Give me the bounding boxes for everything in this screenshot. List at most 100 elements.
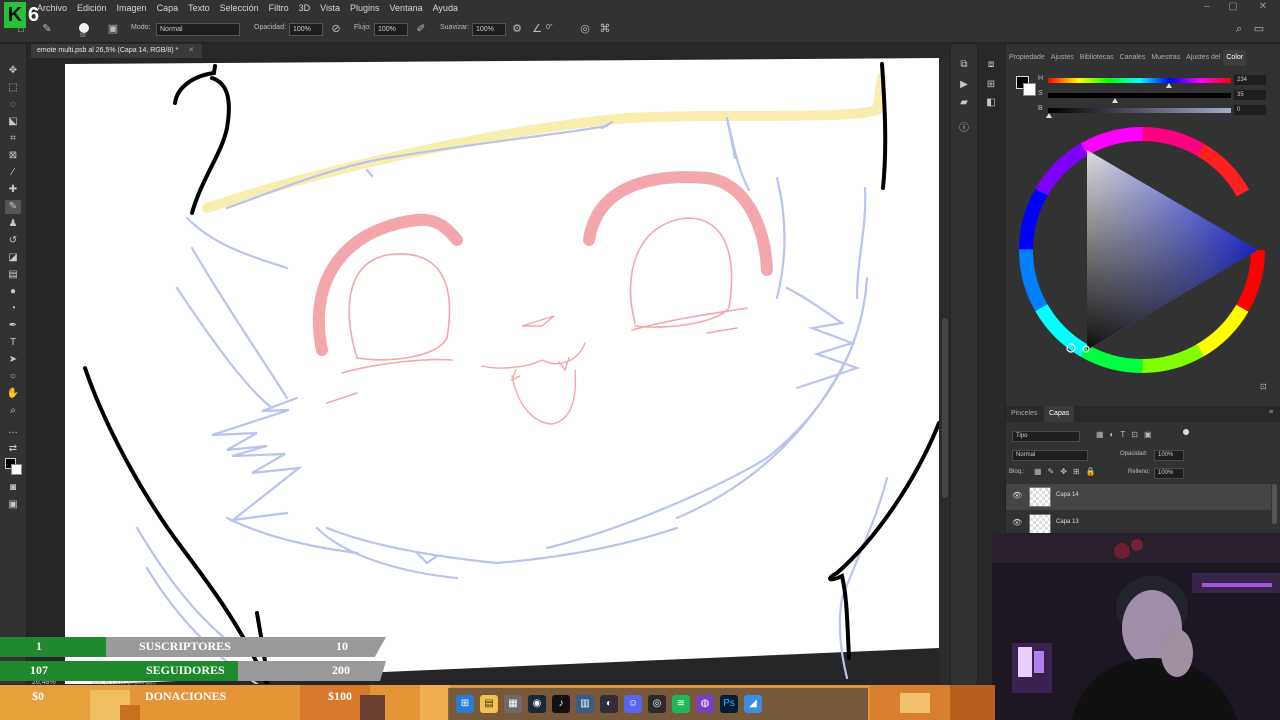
lock-icons[interactable]: ▦✎✥⊞🔒 <box>1034 467 1102 476</box>
dodge-tool-icon[interactable]: ◔ <box>5 302 21 316</box>
gradient-tool-icon[interactable]: ▤ <box>5 268 21 282</box>
move-tool-icon[interactable]: ✥ <box>5 64 21 78</box>
brush-preset-picker[interactable]: 50 <box>76 22 92 39</box>
menu-edicion[interactable]: Edición <box>72 0 112 16</box>
maximize-icon[interactable]: ▢ <box>1226 0 1240 16</box>
spotify-icon[interactable]: ≋ <box>672 695 690 713</box>
search-icon[interactable]: ⌕ <box>1232 22 1246 36</box>
scrollbar-thumb[interactable] <box>942 318 948 498</box>
visibility-eye-icon[interactable]: 👁 <box>1012 491 1022 501</box>
eyedropper-tool-icon[interactable]: ⁄ <box>5 166 21 180</box>
marquee-tool-icon[interactable]: ⬚ <box>5 81 21 95</box>
frame-tool-icon[interactable]: ⊠ <box>5 149 21 163</box>
layer-name[interactable]: Capa 14 <box>1056 492 1079 498</box>
paragraph-panel-icon[interactable]: ◧ <box>984 96 998 110</box>
brush-settings-panel-icon[interactable]: ⧈ <box>984 58 998 72</box>
blend-mode-select[interactable]: Normal <box>1012 450 1088 461</box>
tab-canales[interactable]: Canales <box>1117 50 1149 66</box>
saturation-value[interactable]: 35 <box>1234 90 1266 100</box>
tab-propiedades[interactable]: Propiedade <box>1006 50 1048 66</box>
menu-filtro[interactable]: Filtro <box>264 0 294 16</box>
hue-slider[interactable] <box>1048 78 1231 83</box>
history-brush-icon[interactable]: ↺ <box>5 234 21 248</box>
menu-ventana[interactable]: Ventana <box>385 0 428 16</box>
crop-tool-icon[interactable]: ⌗ <box>5 132 21 146</box>
saturation-slider-thumb[interactable] <box>1112 98 1118 103</box>
fill-input[interactable]: 100% <box>1154 468 1184 479</box>
object-select-tool-icon[interactable]: ⬕ <box>5 115 21 129</box>
filter-toggle-icon[interactable] <box>1183 429 1189 435</box>
visibility-eye-icon[interactable]: 👁 <box>1012 518 1022 528</box>
workspace-icon[interactable]: ▭ <box>1252 22 1266 36</box>
panel-menu-icon[interactable]: ≡ <box>1269 409 1273 416</box>
pressure-size-icon[interactable]: ◎ <box>578 22 592 36</box>
lasso-tool-icon[interactable]: ◌ <box>5 98 21 112</box>
angle-value[interactable]: 0° <box>546 24 553 31</box>
eraser-tool-icon[interactable]: ◪ <box>5 251 21 265</box>
pen-tool-icon[interactable]: ✒ <box>5 319 21 333</box>
close-icon[interactable]: ✕ <box>1256 0 1270 16</box>
swap-colors-icon[interactable]: ⇄ <box>5 442 21 456</box>
screen-mode-icon[interactable]: ▣ <box>5 498 21 512</box>
comments-panel-icon[interactable]: ▰ <box>957 96 971 110</box>
path-select-tool-icon[interactable]: ➤ <box>5 353 21 367</box>
brush-tool-icon-active[interactable]: ✎ <box>5 200 21 214</box>
brush-settings-icon[interactable]: ▣ <box>106 22 120 36</box>
notebook-icon[interactable]: ▥ <box>576 695 594 713</box>
app-blue-icon[interactable]: ◢ <box>744 695 762 713</box>
opacity-input[interactable]: 100% <box>289 23 323 36</box>
tab-bibliotecas[interactable]: Bibliotecas <box>1077 50 1117 66</box>
app-icon[interactable]: ◍ <box>696 695 714 713</box>
tab-ajustes-del[interactable]: Ajustes del <box>1183 50 1223 66</box>
color-wheel[interactable] <box>1014 120 1274 380</box>
hue-slider-thumb[interactable] <box>1166 83 1172 88</box>
color-background-swatch[interactable] <box>1023 83 1036 96</box>
tab-pinceles[interactable]: Pinceles <box>1006 406 1042 422</box>
brightness-slider-thumb[interactable] <box>1046 113 1052 118</box>
saturation-slider[interactable] <box>1048 93 1231 98</box>
type-tool-icon[interactable]: T <box>5 336 21 350</box>
store-icon[interactable]: ▦ <box>504 695 522 713</box>
tab-capas[interactable]: Capas <box>1044 406 1075 422</box>
tab-color[interactable]: Color <box>1223 50 1247 66</box>
menu-imagen[interactable]: Imagen <box>112 0 152 16</box>
hand-tool-icon[interactable]: ✋ <box>5 387 21 401</box>
menu-vista[interactable]: Vista <box>315 0 345 16</box>
symmetry-icon[interactable]: ⌘ <box>598 22 612 36</box>
brightness-value[interactable]: 0 <box>1234 105 1266 115</box>
photoshop-icon[interactable]: Ps <box>720 695 738 713</box>
clone-source-panel-icon[interactable]: ⊞ <box>984 78 998 92</box>
obs-icon[interactable]: ◐ <box>600 695 618 713</box>
actions-panel-icon[interactable]: ▶ <box>957 78 971 92</box>
minimize-icon[interactable]: – <box>1200 0 1214 16</box>
layers-scrollbar[interactable] <box>1272 484 1277 524</box>
canvas-artwork[interactable] <box>27 58 939 684</box>
discord-icon[interactable]: ☺ <box>624 695 642 713</box>
tab-ajustes[interactable]: Ajustes <box>1048 50 1077 66</box>
smooth-input[interactable]: 100% <box>472 23 506 36</box>
healing-tool-icon[interactable]: ✚ <box>5 183 21 197</box>
zoom-tool-icon[interactable]: ⌕ <box>5 404 21 418</box>
brightness-slider[interactable] <box>1048 108 1231 113</box>
hue-value[interactable]: 234 <box>1234 75 1266 85</box>
smoothing-options-icon[interactable]: ⚙ <box>510 22 524 36</box>
stamp-tool-icon[interactable]: ♟ <box>5 217 21 231</box>
menu-seleccion[interactable]: Selección <box>215 0 264 16</box>
document-tab[interactable]: emote multi.psb al 26,5% (Capa 14, RGB/8… <box>31 44 203 58</box>
chrome-icon[interactable]: ◎ <box>648 695 666 713</box>
menu-3d[interactable]: 3D <box>294 0 316 16</box>
flow-input[interactable]: 100% <box>374 23 408 36</box>
more-tools-icon[interactable]: … <box>5 424 21 438</box>
history-panel-icon[interactable]: ⧉ <box>957 58 971 72</box>
shape-tool-icon[interactable]: ○ <box>5 370 21 384</box>
layer-filter-select[interactable]: Tipo <box>1012 431 1080 442</box>
layer-filter-icons[interactable]: ▦◐T⊡▣ <box>1096 430 1158 439</box>
tiktok-icon[interactable]: ♪ <box>552 695 570 713</box>
background-color-swatch[interactable] <box>11 464 22 475</box>
menu-texto[interactable]: Texto <box>183 0 215 16</box>
layer-opacity-input[interactable]: 100% <box>1154 450 1184 461</box>
airbrush-icon[interactable]: ✐ <box>414 22 428 36</box>
menu-capa[interactable]: Capa <box>152 0 184 16</box>
blur-tool-icon[interactable]: ● <box>5 285 21 299</box>
quick-mask-icon[interactable]: ◙ <box>5 481 21 495</box>
